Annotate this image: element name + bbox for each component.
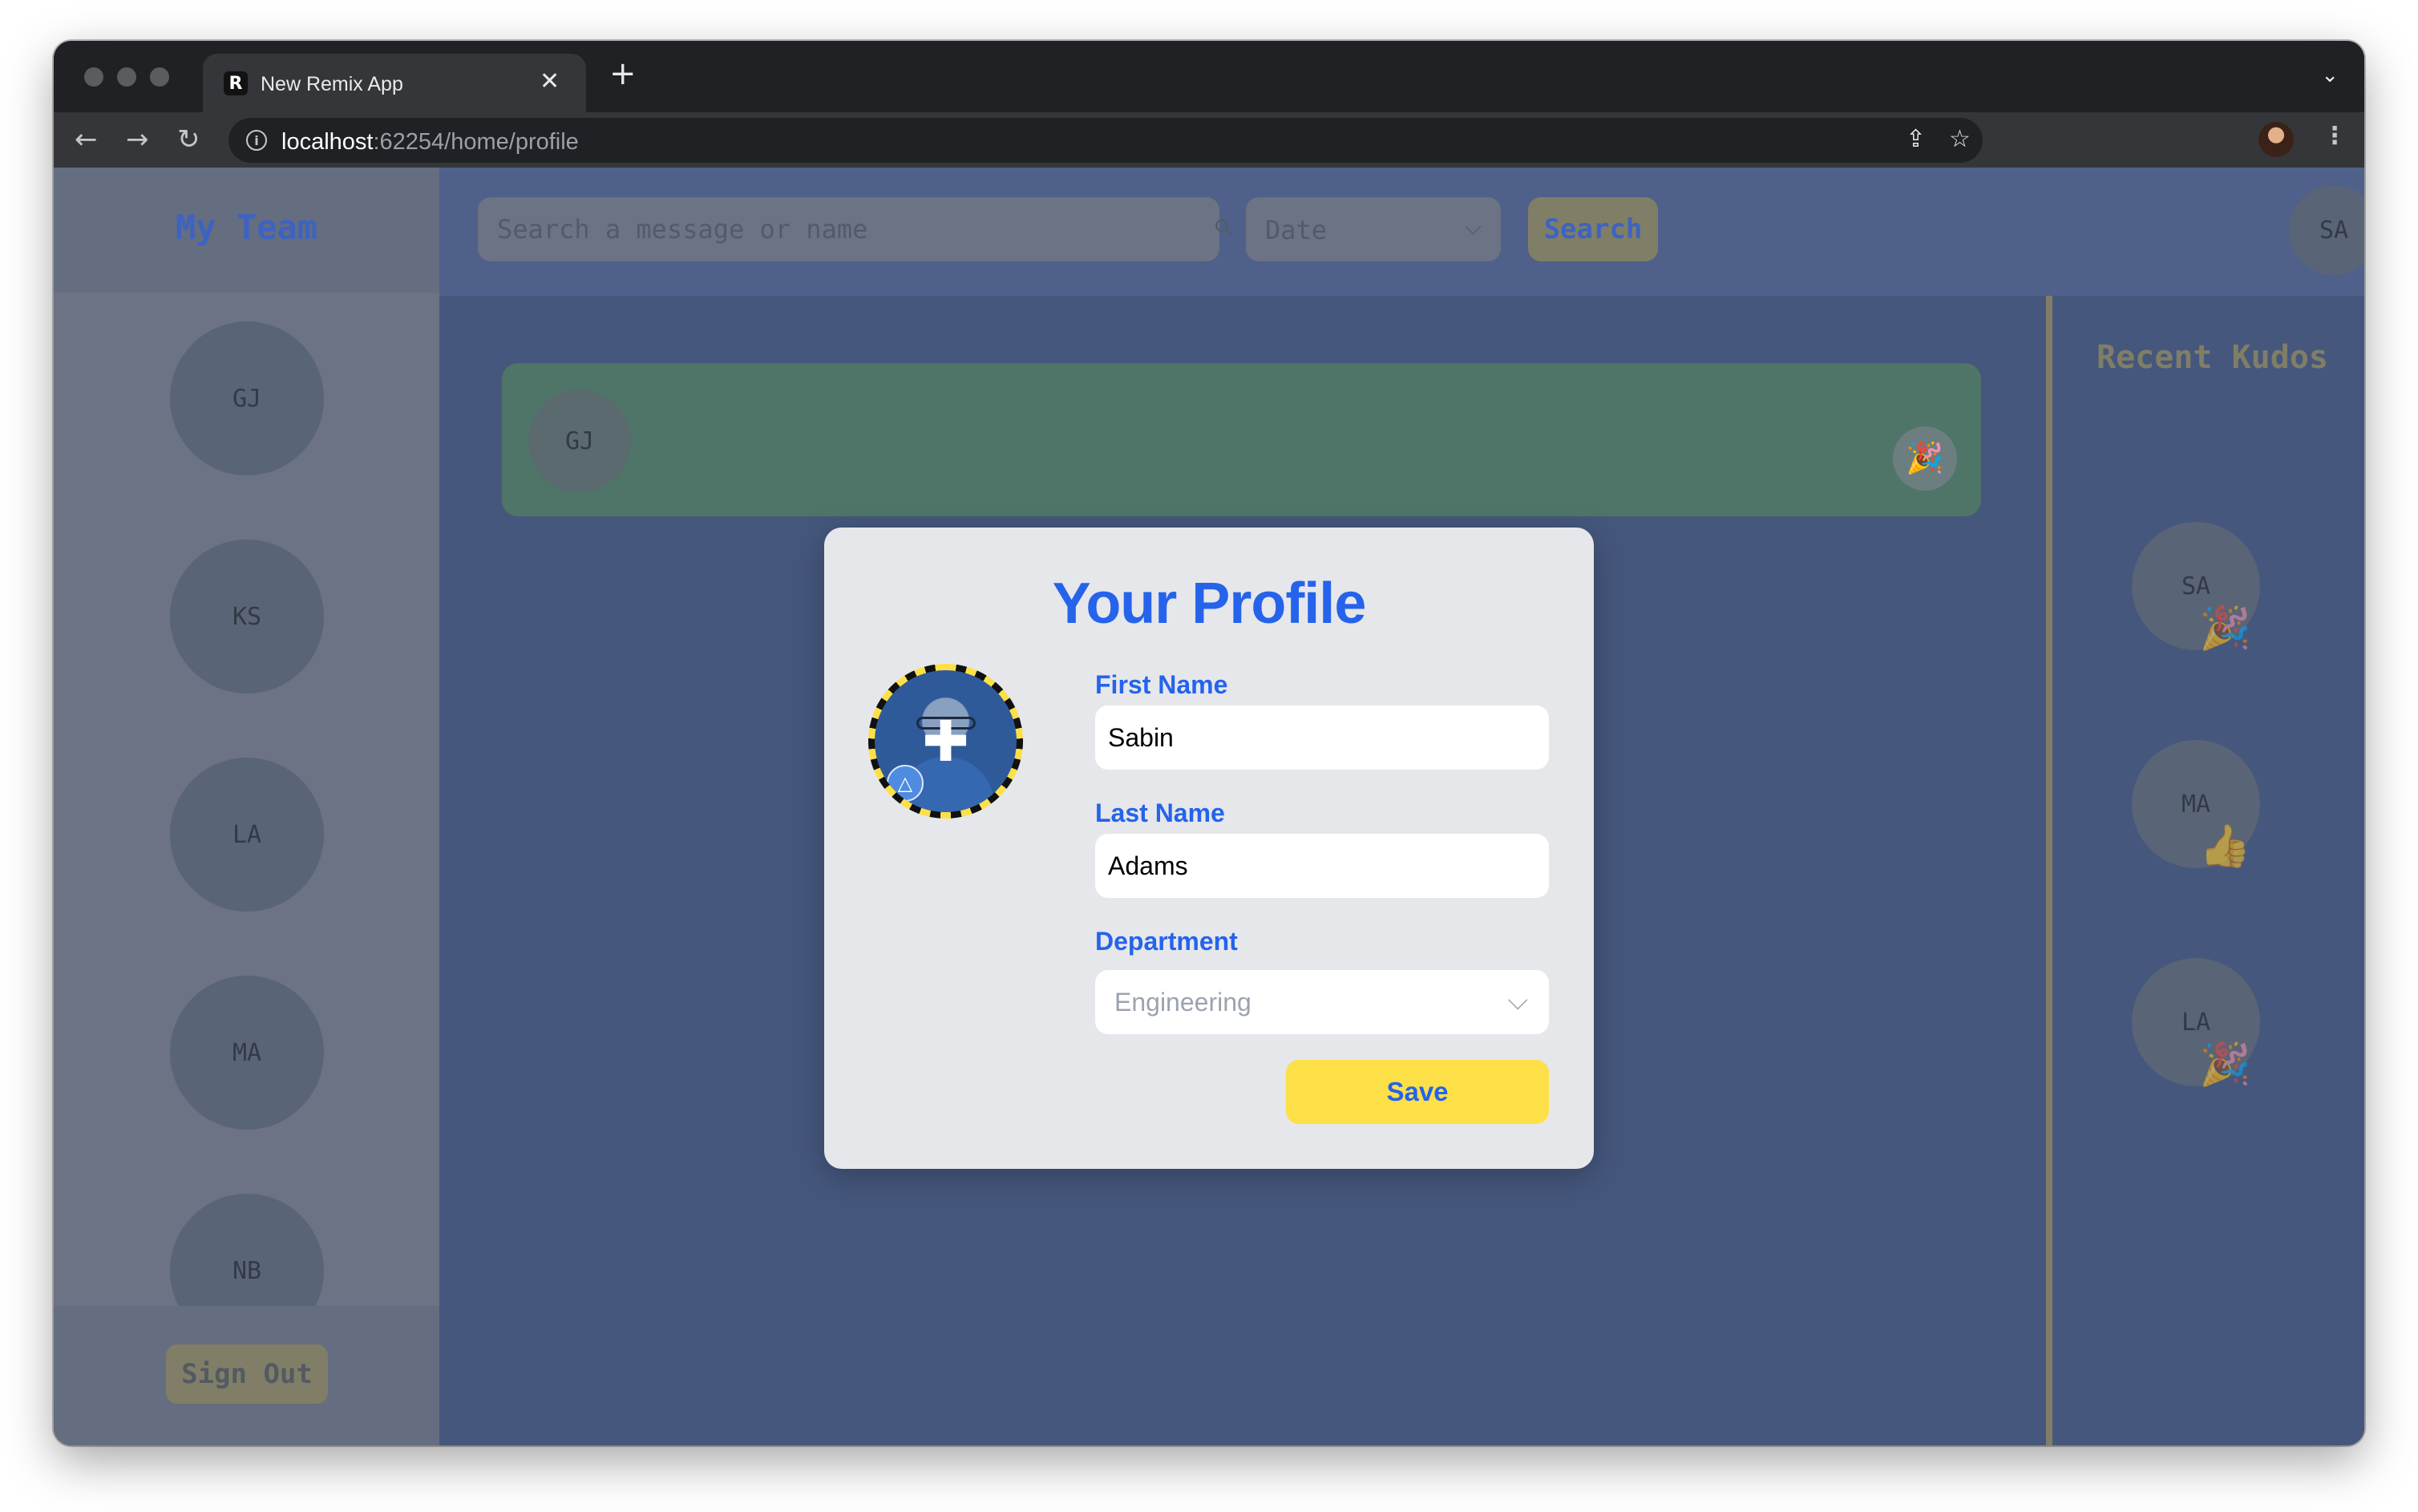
tab-search-chevron-icon[interactable]: ⌄ bbox=[2321, 63, 2339, 87]
page-viewport: My Team GJ KS LA MA NB Sign Out ⚲ Date ⌵… bbox=[54, 168, 2364, 1445]
url-path: :62254/home/profile bbox=[373, 129, 579, 155]
address-bar[interactable]: i localhost:62254/home/profile ⇪ ☆ bbox=[228, 118, 1983, 163]
forward-arrow-icon[interactable]: → bbox=[126, 123, 149, 156]
first-name-label: First Name bbox=[1095, 670, 1228, 699]
photo-badge-icon: △ bbox=[887, 765, 924, 802]
save-button[interactable]: Save bbox=[1286, 1060, 1549, 1124]
close-window-button[interactable] bbox=[84, 67, 103, 87]
profile-photo: ✚ △ bbox=[875, 670, 1017, 812]
department-select[interactable]: Engineering ⌵ bbox=[1095, 970, 1549, 1034]
browser-window: R New Remix App ✕ + ⌄ ← → ↻ i localhost:… bbox=[54, 41, 2364, 1445]
bookmark-star-icon[interactable]: ☆ bbox=[1949, 125, 1971, 153]
site-info-icon[interactable]: i bbox=[246, 130, 267, 151]
new-tab-icon[interactable]: + bbox=[609, 55, 637, 92]
plus-icon: ✚ bbox=[922, 709, 969, 774]
department-label: Department bbox=[1095, 927, 1238, 956]
browser-profile-avatar[interactable] bbox=[2258, 122, 2294, 157]
zoom-window-button[interactable] bbox=[150, 67, 169, 87]
browser-tab[interactable]: R New Remix App ✕ bbox=[203, 54, 586, 112]
reload-icon[interactable]: ↻ bbox=[177, 123, 200, 156]
tab-title: New Remix App bbox=[261, 73, 403, 95]
remix-favicon-icon: R bbox=[224, 71, 248, 95]
profile-modal: Your Profile ✚ △ First Name Last Name De… bbox=[824, 528, 1594, 1169]
browser-toolbar: ← → ↻ i localhost:62254/home/profile ⇪ ☆… bbox=[54, 112, 2364, 168]
profile-photo-upload[interactable]: ✚ △ bbox=[868, 664, 1023, 819]
browser-menu-icon[interactable]: ⋮ bbox=[2323, 122, 2347, 150]
share-icon[interactable]: ⇪ bbox=[1906, 125, 1926, 153]
tab-bar: R New Remix App ✕ + ⌄ bbox=[54, 41, 2364, 112]
chevron-down-icon: ⌵ bbox=[1507, 984, 1528, 1017]
modal-title: Your Profile bbox=[1052, 572, 1367, 636]
first-name-field[interactable] bbox=[1095, 705, 1549, 770]
back-arrow-icon[interactable]: ← bbox=[75, 123, 98, 156]
minimize-window-button[interactable] bbox=[117, 67, 136, 87]
url-text[interactable]: localhost:62254/home/profile bbox=[281, 129, 579, 156]
tab-close-icon[interactable]: ✕ bbox=[540, 67, 560, 95]
department-value: Engineering bbox=[1114, 988, 1251, 1017]
url-host: localhost bbox=[281, 129, 374, 155]
last-name-label: Last Name bbox=[1095, 798, 1225, 827]
last-name-field[interactable] bbox=[1095, 834, 1549, 898]
